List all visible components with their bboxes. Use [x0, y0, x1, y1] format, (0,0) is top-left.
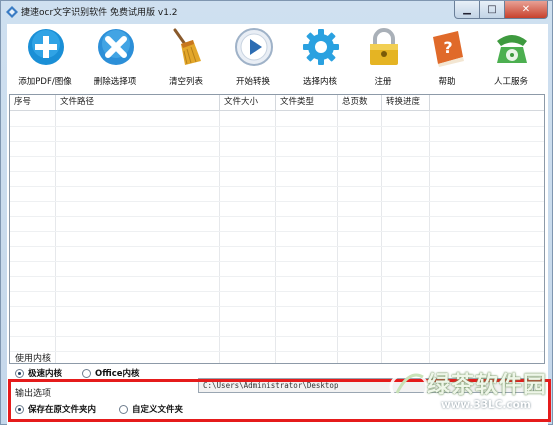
- grid-row-line: [10, 351, 544, 352]
- column-header-size[interactable]: 文件大小: [220, 95, 276, 111]
- add-pdf-image-button[interactable]: 添加PDF/图像: [9, 27, 81, 91]
- file-list-table[interactable]: 序号 文件路径 文件大小 文件类型 总页数 转换进度: [9, 94, 545, 364]
- delete-icon: [98, 29, 134, 65]
- maximize-button[interactable]: □: [480, 1, 505, 19]
- toolbar: 添加PDF/图像 删除选择项 清空列表 开始转换 选择内核 注册 ? 帮助 人工…: [7, 24, 548, 94]
- column-header-type[interactable]: 文件类型: [276, 95, 338, 111]
- register-button[interactable]: 注册: [347, 27, 419, 91]
- grid-line: [381, 111, 382, 363]
- manual-service-button[interactable]: 人工服务: [475, 27, 547, 91]
- gear-icon: [303, 29, 339, 65]
- watermark-text: 绿茶软件园: [427, 372, 547, 398]
- grid-row-line: [10, 321, 544, 322]
- watermark-url: www.33LC.com: [441, 399, 531, 411]
- grid-row-line: [10, 291, 544, 292]
- minimize-button[interactable]: ▁: [454, 1, 480, 19]
- help-book-icon: ?: [433, 31, 464, 67]
- toolbar-label: 开始转换: [235, 77, 270, 87]
- grid-row-line: [10, 231, 544, 232]
- help-button[interactable]: ? 帮助: [411, 27, 483, 91]
- toolbar-label: 删除选择项: [93, 77, 137, 87]
- svg-text:?: ?: [443, 38, 452, 57]
- broom-icon: [173, 28, 201, 65]
- app-logo-icon: [6, 6, 18, 18]
- radio-label: 极速内核: [28, 369, 63, 379]
- grid-line: [429, 111, 430, 363]
- delete-selected-button[interactable]: 删除选择项: [79, 27, 151, 91]
- window-title: 捷速ocr文字识别软件 免费试用版 v1.2: [21, 8, 178, 18]
- radio-office-engine[interactable]: Office内核: [82, 367, 140, 379]
- toolbar-label: 帮助: [438, 77, 456, 87]
- toolbar-label: 添加PDF/图像: [18, 77, 72, 87]
- close-button[interactable]: ✕: [505, 1, 548, 19]
- column-header-progress[interactable]: 转换进度: [382, 95, 430, 111]
- column-header-pages[interactable]: 总页数: [338, 95, 382, 111]
- grid-row-line: [10, 276, 544, 277]
- add-icon: [28, 29, 64, 65]
- grid-row-line: [10, 306, 544, 307]
- grid-row-line: [10, 186, 544, 187]
- toolbar-label: 人工服务: [493, 77, 528, 87]
- grid-row-line: [10, 141, 544, 142]
- lock-icon: [370, 28, 398, 65]
- title-bar[interactable]: 捷速ocr文字识别软件 免费试用版 v1.2 ▁ □ ✕: [1, 1, 552, 23]
- start-convert-button[interactable]: 开始转换: [217, 27, 289, 91]
- app-window: 捷速ocr文字识别软件 免费试用版 v1.2 ▁ □ ✕ 添加PDF/图像 删除…: [0, 0, 553, 425]
- grid-row-line: [10, 126, 544, 127]
- grid-row-line: [10, 261, 544, 262]
- select-engine-button[interactable]: 选择内核: [284, 27, 356, 91]
- grid-row-line: [10, 336, 544, 337]
- grid-row-line: [10, 171, 544, 172]
- table-header: 序号 文件路径 文件大小 文件类型 总页数 转换进度: [10, 95, 544, 111]
- watermark-logo-icon: [389, 371, 429, 403]
- grid-line: [275, 111, 276, 363]
- toolbar-label: 注册: [374, 77, 392, 87]
- column-header-index[interactable]: 序号: [10, 95, 56, 111]
- watermark: 绿茶软件园 www.33LC.com: [379, 363, 551, 423]
- toolbar-label: 选择内核: [302, 77, 337, 87]
- radio-label: Office内核: [95, 369, 140, 379]
- radio-dot: [82, 368, 91, 378]
- engine-section-title: 使用内核: [15, 354, 52, 364]
- grid-line: [219, 111, 220, 363]
- grid-row-line: [10, 201, 544, 202]
- column-header-path[interactable]: 文件路径: [56, 95, 220, 111]
- radio-fast-engine[interactable]: 极速内核: [15, 367, 62, 379]
- grid-row-line: [10, 246, 544, 247]
- grid-row-line: [10, 156, 544, 157]
- radio-dot-selected: [15, 368, 24, 378]
- toolbar-label: 清空列表: [168, 77, 203, 87]
- play-icon: [235, 28, 273, 66]
- phone-icon: [497, 35, 527, 63]
- grid-line: [55, 111, 56, 363]
- grid-row-line: [10, 216, 544, 217]
- grid-line: [337, 111, 338, 363]
- window-controls: ▁ □ ✕: [454, 1, 548, 19]
- clear-list-button[interactable]: 清空列表: [150, 27, 222, 91]
